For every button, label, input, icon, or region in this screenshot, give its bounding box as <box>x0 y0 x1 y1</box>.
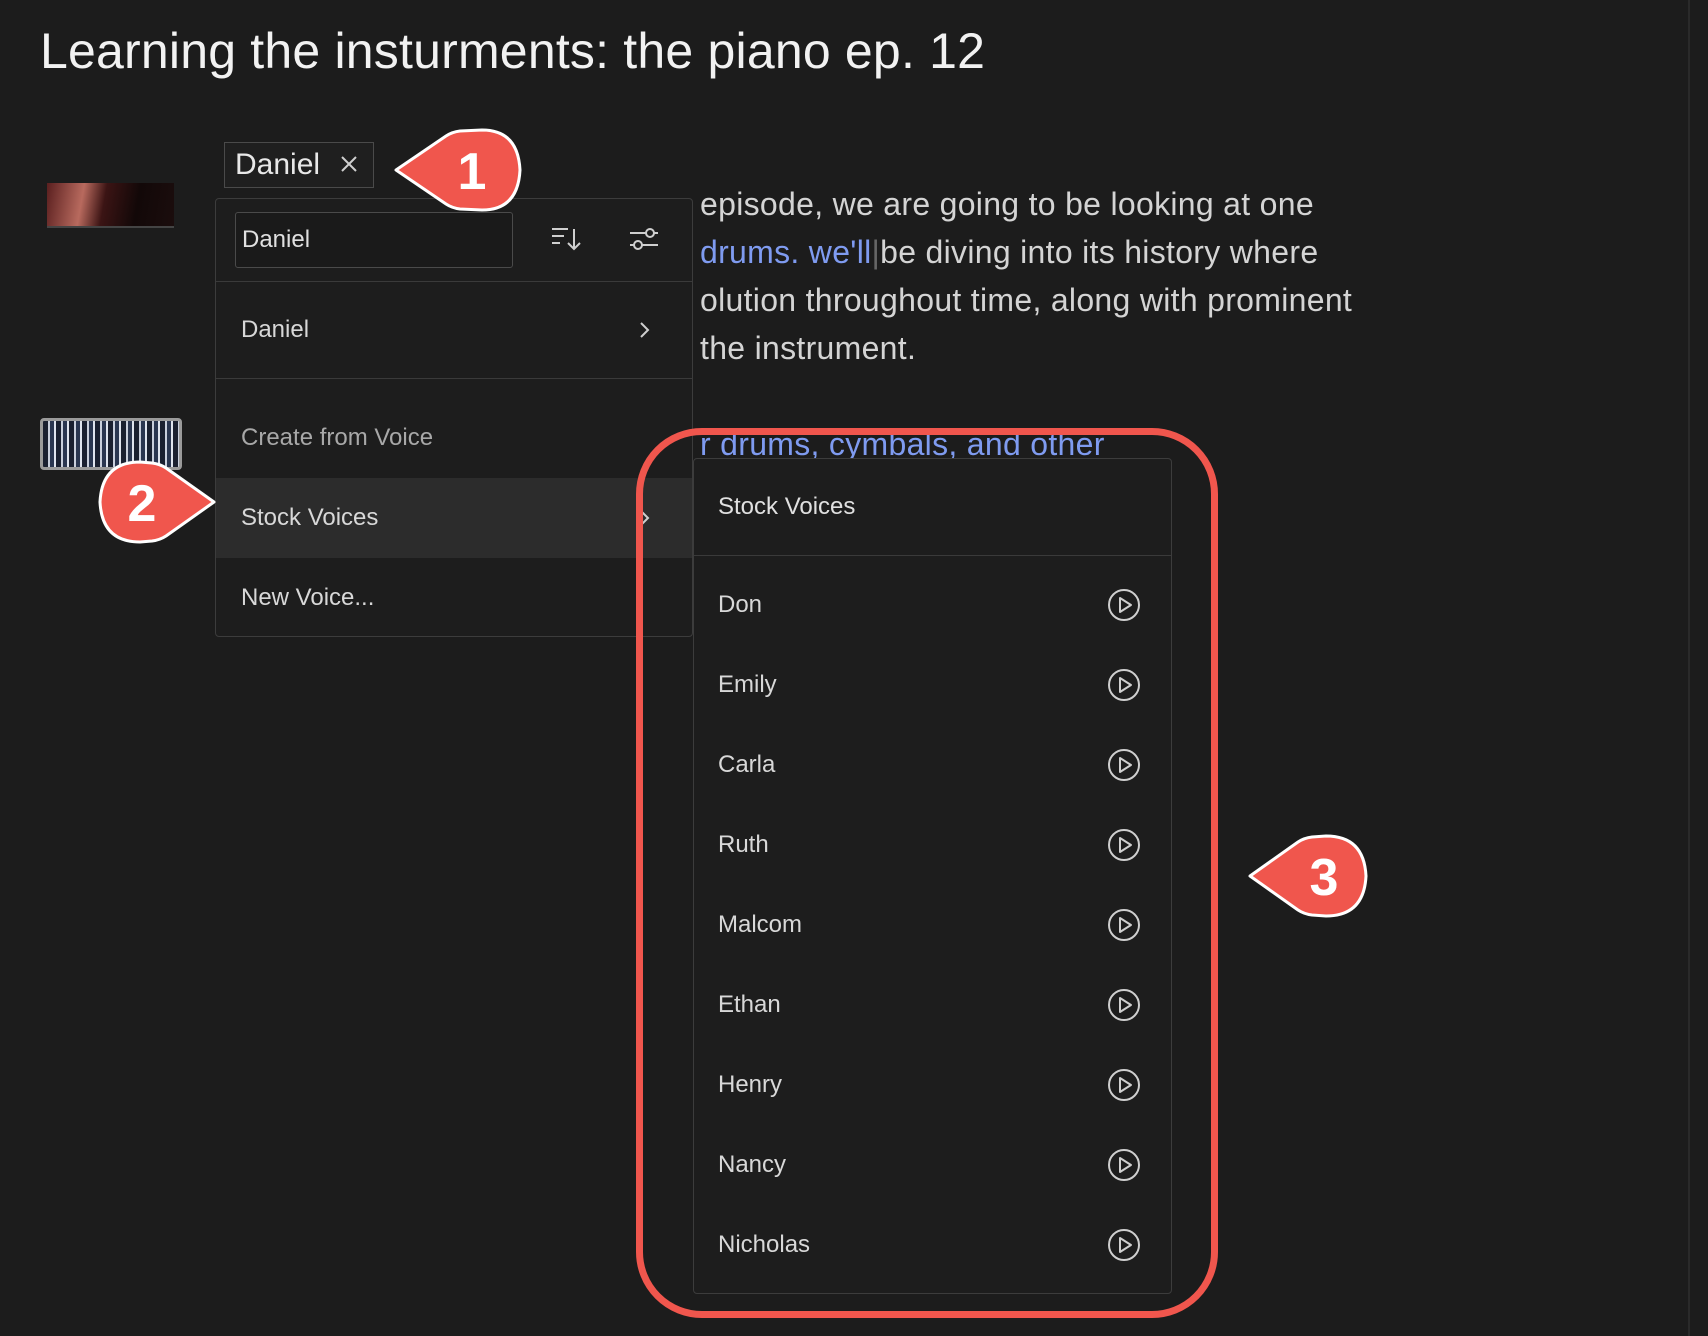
annotation-callout-1: 1 <box>394 128 522 212</box>
annotation-frame <box>636 428 1218 1318</box>
script-line[interactable]: drums. we'll|be diving into its history … <box>700 234 1318 271</box>
create-from-voice-item[interactable]: Create from Voice <box>216 398 692 478</box>
close-icon[interactable] <box>339 154 359 174</box>
voice-search-input[interactable] <box>235 212 513 268</box>
page-title: Learning the insturments: the piano ep. … <box>40 23 986 79</box>
new-voice-item[interactable]: New Voice... <box>216 558 692 638</box>
annotation-callout-3: 3 <box>1248 834 1368 918</box>
script-line[interactable]: olution throughout time, along with prom… <box>700 282 1352 319</box>
voice-dropdown-menu: Daniel Create from Voice Stock Voices Ne… <box>215 198 693 637</box>
highlighted-text[interactable]: drums. we'll <box>700 234 872 270</box>
callout-number: 1 <box>458 143 487 201</box>
callout-number: 3 <box>1310 849 1339 907</box>
stock-voices-label: Stock Voices <box>241 504 379 531</box>
window-edge <box>1688 0 1690 1336</box>
voice-chip-label: Daniel <box>235 148 321 181</box>
script-text[interactable]: be diving into its history where <box>880 234 1318 270</box>
voice-chip[interactable]: Daniel <box>224 142 374 188</box>
callout-number: 2 <box>128 475 157 533</box>
current-voice-item[interactable]: Daniel <box>216 282 692 378</box>
sliders-icon[interactable] <box>626 221 662 257</box>
chevron-right-icon <box>640 322 650 338</box>
sort-descending-icon[interactable] <box>548 221 584 257</box>
current-voice-label: Daniel <box>241 316 310 343</box>
script-line[interactable]: episode, we are going to be looking at o… <box>700 186 1314 223</box>
stock-voices-item[interactable]: Stock Voices <box>216 478 692 558</box>
script-line[interactable]: the instrument. <box>700 330 916 367</box>
annotation-callout-2: 2 <box>98 460 216 544</box>
menu-divider <box>216 378 692 379</box>
scene-thumbnail[interactable] <box>47 183 174 228</box>
